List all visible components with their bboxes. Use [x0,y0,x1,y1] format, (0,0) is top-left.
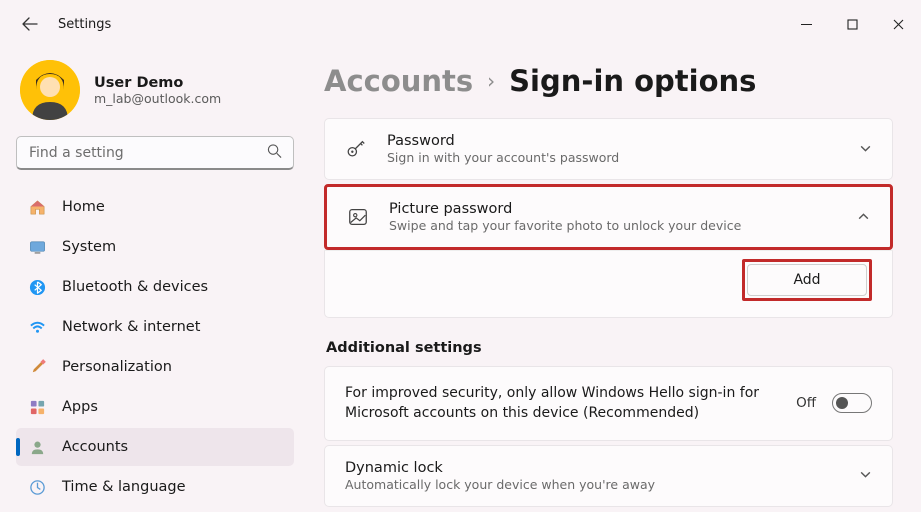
user-email: m_lab@outlook.com [94,91,221,106]
brush-icon [28,358,46,376]
person-icon [28,438,46,456]
nav-label: Bluetooth & devices [62,279,208,295]
nav-time-language[interactable]: Time & language [16,468,294,506]
search-input[interactable] [16,136,294,170]
nav-label: Time & language [62,479,186,495]
sidebar: User Demo m_lab@outlook.com Home System … [0,48,310,512]
nav-accounts[interactable]: Accounts [16,428,294,466]
nav-network[interactable]: Network & internet [16,308,294,346]
toggle-state-label: Off [796,395,816,411]
option-picture-password[interactable]: Picture password Swipe and tap your favo… [324,184,893,250]
breadcrumb: Accounts › Sign-in options [324,64,893,98]
close-button[interactable] [875,8,921,40]
breadcrumb-parent[interactable]: Accounts [324,64,473,98]
system-icon [28,238,46,256]
nav-label: Personalization [62,359,172,375]
option-password[interactable]: Password Sign in with your account's pas… [324,118,893,180]
arrow-left-icon [22,16,38,32]
titlebar: Settings [0,0,921,48]
setting-text: For improved security, only allow Window… [345,383,780,424]
picture-icon [347,206,369,228]
nav: Home System Bluetooth & devices Network … [16,188,294,506]
nav-label: System [62,239,116,255]
back-button[interactable] [12,6,48,42]
picture-password-body: Add [324,250,893,318]
nav-label: Network & internet [62,319,200,335]
option-subtitle: Sign in with your account's password [387,150,839,165]
nav-label: Apps [62,399,98,415]
window-controls [783,8,921,40]
user-block[interactable]: User Demo m_lab@outlook.com [16,56,294,136]
nav-label: Home [62,199,105,215]
apps-icon [28,398,46,416]
close-icon [893,19,904,30]
nav-bluetooth[interactable]: Bluetooth & devices [16,268,294,306]
nav-label: Accounts [62,439,128,455]
option-title: Password [387,133,839,149]
nav-personalization[interactable]: Personalization [16,348,294,386]
maximize-button[interactable] [829,8,875,40]
chevron-up-icon [857,208,870,227]
page-title: Sign-in options [509,64,756,98]
avatar [20,60,80,120]
option-title: Dynamic lock [345,460,839,476]
option-title: Picture password [389,201,837,217]
nav-apps[interactable]: Apps [16,388,294,426]
user-name: User Demo [94,75,221,91]
option-dynamic-lock[interactable]: Dynamic lock Automatically lock your dev… [324,445,893,507]
section-heading-additional: Additional settings [326,340,893,356]
minimize-icon [801,19,812,30]
window-title: Settings [58,17,111,32]
search-wrap [16,136,294,170]
minimize-button[interactable] [783,8,829,40]
home-icon [28,198,46,216]
chevron-down-icon [859,140,872,159]
wifi-icon [28,318,46,336]
maximize-icon [847,19,858,30]
chevron-right-icon: › [487,69,495,93]
key-icon [345,138,367,160]
add-button[interactable]: Add [747,264,867,296]
clock-globe-icon [28,478,46,496]
nav-home[interactable]: Home [16,188,294,226]
main-content: Accounts › Sign-in options Password Sign… [310,48,921,512]
nav-system[interactable]: System [16,228,294,266]
toggle-switch[interactable] [832,393,872,413]
add-button-highlight: Add [742,259,872,301]
bluetooth-icon [28,278,46,296]
option-subtitle: Swipe and tap your favorite photo to unl… [389,218,837,233]
option-subtitle: Automatically lock your device when you'… [345,477,839,492]
chevron-down-icon [859,466,872,485]
setting-hello-only: For improved security, only allow Window… [324,366,893,441]
